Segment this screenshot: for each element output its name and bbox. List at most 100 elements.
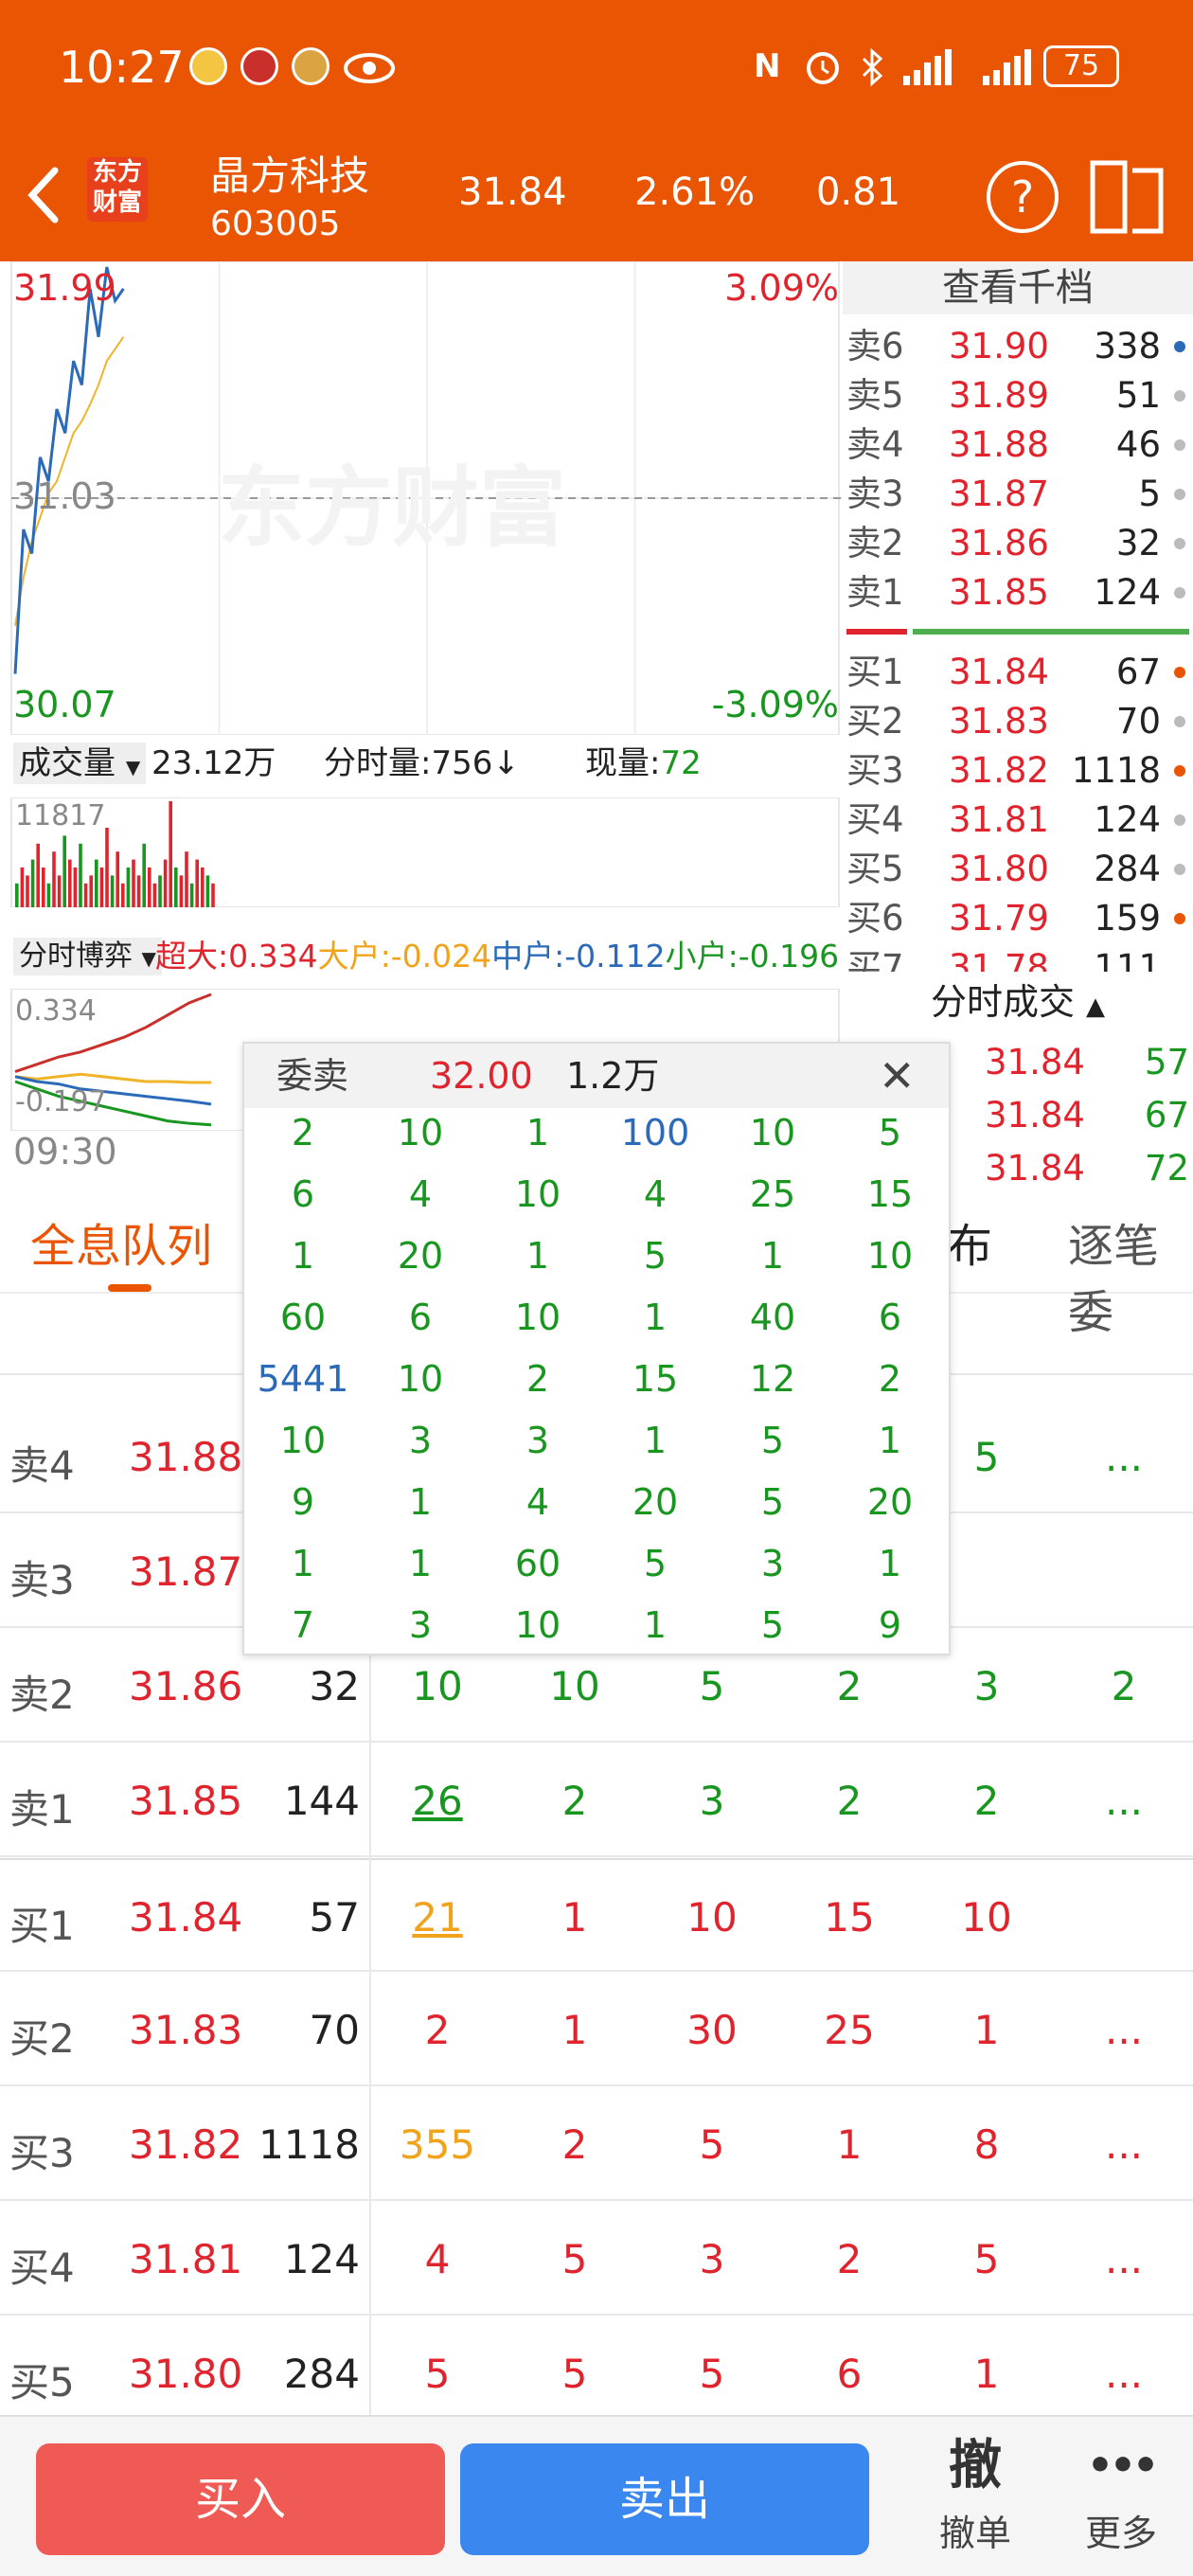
volume-bar bbox=[142, 843, 146, 907]
queue-order-cell[interactable]: 2 bbox=[792, 1778, 906, 1824]
volume-bar bbox=[95, 859, 98, 907]
queue-order-cell[interactable]: 1 bbox=[930, 2351, 1043, 2397]
buy-level-row[interactable]: 买2 31.83 70 bbox=[843, 697, 1193, 746]
queue-order-cell[interactable]: 5 bbox=[381, 2351, 494, 2397]
queue-order-cell[interactable]: 6 bbox=[792, 2351, 906, 2397]
popup-order-cell: 4 bbox=[525, 1481, 550, 1523]
trades-header[interactable]: 分时成交 ▲ bbox=[843, 974, 1193, 1030]
sell-button[interactable]: 卖出 bbox=[460, 2443, 869, 2555]
queue-order-cell[interactable]: 5 bbox=[518, 2236, 632, 2282]
queue-order-cell[interactable]: 30 bbox=[655, 2007, 769, 2053]
level-dot-icon bbox=[1174, 341, 1185, 352]
tab-full-queue[interactable]: 全息队列 bbox=[30, 1208, 212, 1275]
queue-order-cell[interactable]: 2 bbox=[1067, 1663, 1181, 1709]
queue-row[interactable]: 买5 31.80 284 5 5 5 6 1... bbox=[0, 2317, 1193, 2430]
change-percent: 2.61% bbox=[634, 170, 756, 214]
queue-order-cell[interactable]: ... bbox=[1067, 2121, 1181, 2168]
battery-icon: 75 bbox=[1043, 45, 1119, 87]
volume-bar bbox=[205, 875, 210, 907]
queue-order-cell[interactable]: 1 bbox=[930, 2007, 1043, 2053]
buy-button[interactable]: 买入 bbox=[36, 2443, 445, 2555]
view-thousand-levels-button[interactable]: 查看千档 bbox=[843, 261, 1193, 314]
popup-order-cell: 3 bbox=[525, 1420, 550, 1461]
queue-order-cell[interactable]: 25 bbox=[792, 2007, 906, 2053]
queue-order-cell[interactable]: 5 bbox=[655, 1663, 769, 1709]
queue-order-cell[interactable]: ... bbox=[1067, 2007, 1181, 2053]
queue-row[interactable]: 买2 31.83 70 2 1 30 25 1... bbox=[0, 1973, 1193, 2086]
queue-order-cell[interactable]: 5 bbox=[655, 2121, 769, 2168]
queue-order-cell[interactable]: 8 bbox=[930, 2121, 1043, 2168]
queue-order-cell[interactable]: 3 bbox=[655, 1778, 769, 1824]
queue-order-cell[interactable]: 10 bbox=[930, 1894, 1043, 1941]
queue-order-cell[interactable]: 5 bbox=[930, 2236, 1043, 2282]
queue-order-cell[interactable]: ... bbox=[1067, 1778, 1181, 1824]
queue-order-cell[interactable]: 1 bbox=[792, 2121, 906, 2168]
status-bar: 10:27 N 75 bbox=[0, 0, 1193, 133]
queue-order-cell[interactable]: ... bbox=[1067, 2351, 1181, 2397]
volume-total: 23.12万 bbox=[151, 744, 276, 782]
buy-level-row[interactable]: 买7 31.78 111 bbox=[843, 943, 1193, 972]
back-icon[interactable] bbox=[25, 165, 62, 225]
queue-order-cell[interactable]: 3 bbox=[655, 2236, 769, 2282]
sell-level-row[interactable]: 卖2 31.86 32 bbox=[843, 519, 1193, 568]
queue-order-cell[interactable]: 10 bbox=[655, 1894, 769, 1941]
queue-order-cell[interactable]: 26 bbox=[381, 1778, 494, 1824]
system-icons: N 75 bbox=[754, 45, 1132, 91]
sell-level-row[interactable]: 卖6 31.90 338 bbox=[843, 322, 1193, 371]
queue-order-cell[interactable]: 2 bbox=[381, 2007, 494, 2053]
queue-order-cell[interactable]: 15 bbox=[792, 1894, 906, 1941]
level-volume: 111 bbox=[1094, 947, 1161, 972]
volume-bar bbox=[148, 868, 151, 907]
queue-order-cell[interactable]: 2 bbox=[518, 1778, 632, 1824]
buy-level-row[interactable]: 买5 31.80 284 bbox=[843, 845, 1193, 894]
level-volume: 159 bbox=[1094, 898, 1161, 939]
queue-row-volume: 124 bbox=[283, 2236, 360, 2282]
volume-bar bbox=[99, 868, 104, 907]
sell-level-row[interactable]: 卖1 31.85 124 bbox=[843, 568, 1193, 617]
level-volume: 67 bbox=[1115, 652, 1161, 692]
queue-order-cell[interactable]: 5 bbox=[655, 2351, 769, 2397]
queue-order-cell[interactable]: 2 bbox=[792, 2236, 906, 2282]
queue-order-cell[interactable]: 1 bbox=[518, 2007, 632, 2053]
queue-order-cell[interactable]: 21 bbox=[381, 1894, 494, 1941]
queue-order-cell[interactable]: 10 bbox=[518, 1663, 632, 1709]
queue-row-price: 31.81 bbox=[129, 2236, 243, 2282]
popup-order-cell: 5 bbox=[643, 1543, 668, 1584]
cancel-order-button[interactable]: 撤 撤单 bbox=[909, 2428, 1042, 2570]
queue-row[interactable]: 买1 31.84 57 21 1 10 15 10 bbox=[0, 1858, 1193, 1972]
queue-row[interactable]: 买4 31.81 124 4 5 3 2 5... bbox=[0, 2202, 1193, 2316]
queue-order-cell[interactable]: 2 bbox=[930, 1778, 1043, 1824]
queue-order-cell[interactable]: 355 bbox=[381, 2121, 494, 2168]
help-icon[interactable]: ? bbox=[987, 161, 1059, 233]
queue-row[interactable]: 卖1 31.85 144 26 2 3 2 2... bbox=[0, 1744, 1193, 1857]
tab-distribution[interactable]: 布 bbox=[947, 1208, 992, 1275]
queue-row-label: 卖4 bbox=[9, 1442, 75, 1489]
queue-order-cell[interactable]: 2 bbox=[792, 1663, 906, 1709]
more-button[interactable]: ••• 更多 bbox=[1055, 2428, 1187, 2570]
split-screen-icon[interactable] bbox=[1087, 157, 1166, 237]
tab-tick-orders[interactable]: 逐笔委 bbox=[1068, 1208, 1193, 1341]
queue-row[interactable]: 买3 31.82 1118 355 2 5 1 8... bbox=[0, 2087, 1193, 2201]
queue-order-cell[interactable]: ... bbox=[1067, 2236, 1181, 2282]
queue-order-cell[interactable]: 5 bbox=[518, 2351, 632, 2397]
queue-order-cell[interactable]: 10 bbox=[381, 1663, 494, 1709]
buy-level-row[interactable]: 买3 31.82 1118 bbox=[843, 746, 1193, 796]
sell-level-row[interactable]: 卖3 31.87 5 bbox=[843, 470, 1193, 519]
queue-order-cell[interactable]: 2 bbox=[518, 2121, 632, 2168]
level-dot-icon bbox=[1174, 489, 1185, 500]
sell-level-row[interactable]: 卖4 31.88 46 bbox=[843, 420, 1193, 470]
volume-bar bbox=[211, 883, 215, 907]
buy-level-row[interactable]: 买4 31.81 124 bbox=[843, 796, 1193, 845]
buy-level-row[interactable]: 买6 31.79 159 bbox=[843, 894, 1193, 943]
volume-selector[interactable]: 成交量 ▼ bbox=[13, 742, 147, 784]
queue-order-cell[interactable]: 4 bbox=[381, 2236, 494, 2282]
sell-level-row[interactable]: 卖5 31.89 51 bbox=[843, 371, 1193, 420]
close-icon[interactable]: ✕ bbox=[879, 1044, 916, 1108]
change-amount: 0.81 bbox=[816, 170, 901, 214]
buy-level-row[interactable]: 买1 31.84 67 bbox=[843, 648, 1193, 697]
queue-order-cell[interactable]: ... bbox=[1067, 1434, 1181, 1480]
level-label: 卖1 bbox=[846, 572, 904, 613]
queue-order-cell[interactable]: 3 bbox=[930, 1663, 1043, 1709]
battle-selector[interactable]: 分时博弈 ▼ bbox=[13, 938, 162, 975]
queue-order-cell[interactable]: 1 bbox=[518, 1894, 632, 1941]
